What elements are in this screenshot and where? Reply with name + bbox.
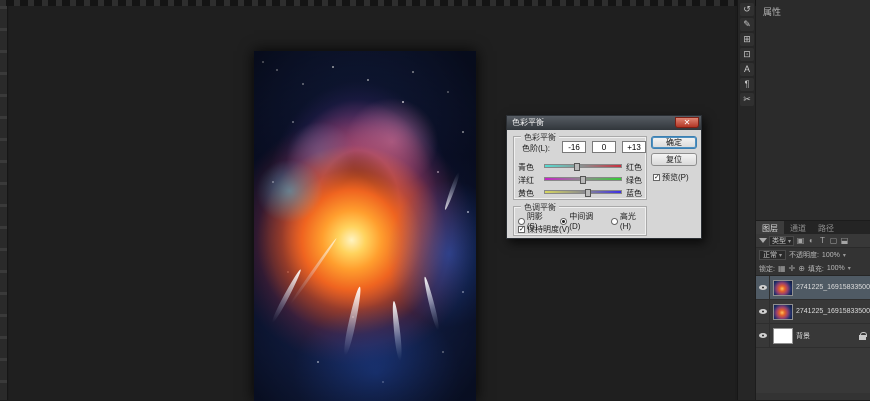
cyan-red-slider-row: 青色 红色 xyxy=(514,161,648,171)
artwork-vignette xyxy=(254,51,476,401)
highlights-label: 高光(H) xyxy=(620,211,646,231)
slider-thumb[interactable] xyxy=(580,176,586,184)
clone-source-icon[interactable]: ⊡ xyxy=(740,48,754,61)
tool-presets-icon[interactable]: ⊞ xyxy=(740,33,754,46)
cyan-red-slider[interactable] xyxy=(544,164,622,168)
blend-mode-row: 正常 ▾ 不透明度: 100% ▾ xyxy=(756,248,870,262)
adjustment-filter-icon[interactable]: ◐ xyxy=(807,236,816,245)
radio-icon xyxy=(611,218,618,225)
dialog-title[interactable]: 色彩平衡 xyxy=(507,116,701,130)
opacity-dropdown-icon[interactable]: ▾ xyxy=(843,252,846,259)
character-icon[interactable]: A xyxy=(740,63,754,76)
filter-kind-select[interactable]: 类型 ▾ xyxy=(769,236,794,246)
color-balance-group: 色彩平衡 色阶(L): 青色 红色 洋红 绿色 黄色 蓝色 xyxy=(513,136,647,200)
right-panel: 属性 图层 通道 路径 类型 ▾ ▣ ◐ T ▢ ⬓ 正常 ▾ 不透明度: 10… xyxy=(756,0,870,400)
layer-name[interactable]: 2741225_169158335000_2 xyxy=(796,308,870,315)
tab-channels[interactable]: 通道 xyxy=(784,221,812,234)
slider-thumb[interactable] xyxy=(574,163,580,171)
paragraph-icon[interactable]: ¶ xyxy=(740,78,754,91)
lock-all-icon[interactable]: ⊕ xyxy=(798,264,805,273)
fill-dropdown-icon[interactable]: ▾ xyxy=(848,265,851,272)
slider-thumb[interactable] xyxy=(585,189,591,197)
layers-panel-tabs: 图层 通道 路径 xyxy=(756,221,870,234)
layer-filter-row: 类型 ▾ ▣ ◐ T ▢ ⬓ xyxy=(756,234,870,248)
reset-button[interactable]: 复位 xyxy=(651,153,697,166)
actions-icon[interactable]: ✂ xyxy=(740,93,754,106)
levels-label: 色阶(L): xyxy=(522,143,550,154)
magenta-label: 洋红 xyxy=(518,175,542,186)
layer-name[interactable]: 2741225_169158335000_2 … xyxy=(796,284,870,291)
layer-thumbnail[interactable] xyxy=(773,304,793,320)
type-filter-icon[interactable]: T xyxy=(818,236,827,245)
layer-name[interactable]: 背景 xyxy=(796,331,859,341)
layer-list: 2741225_169158335000_2 … 2741225_1691583… xyxy=(756,276,870,393)
layer-row-background[interactable]: 背景 xyxy=(756,324,870,348)
blend-mode-select[interactable]: 正常 ▾ xyxy=(759,250,786,260)
lock-row: 锁定: ▦ ✛ ⊕ 填充: 100% ▾ xyxy=(756,262,870,276)
brush-presets-icon[interactable]: ✎ xyxy=(740,18,754,31)
tone-balance-group: 色调平衡 阴影(S) 中间调(D) 高光(H) 保持明度(V) xyxy=(513,206,647,236)
cyan-red-value-input[interactable] xyxy=(562,141,586,153)
yellow-blue-value-input[interactable] xyxy=(622,141,646,153)
midtones-label: 中间调(D) xyxy=(569,211,603,231)
filter-kind-label: 类型 xyxy=(772,238,786,245)
magenta-green-value-input[interactable] xyxy=(592,141,616,153)
tab-paths[interactable]: 路径 xyxy=(812,221,840,234)
group-label: 色彩平衡 xyxy=(521,132,559,143)
lock-pixels-icon[interactable]: ▦ xyxy=(778,264,786,273)
highlights-radio[interactable]: 高光(H) xyxy=(611,211,646,231)
yellow-blue-slider-row: 黄色 蓝色 xyxy=(514,187,648,197)
blend-mode-value: 正常 xyxy=(763,252,777,259)
green-label: 绿色 xyxy=(626,175,646,186)
eye-icon xyxy=(759,333,767,338)
layer-row[interactable]: 2741225_169158335000_2 xyxy=(756,300,870,324)
blue-label: 蓝色 xyxy=(626,188,646,199)
panel-icon-strip: ↺ ✎ ⊞ ⊡ A ¶ ✂ xyxy=(737,0,755,400)
color-balance-dialog: 色彩平衡 ✕ 色彩平衡 色阶(L): 青色 红色 洋红 绿色 黄色 蓝色 色调平… xyxy=(506,115,702,239)
visibility-cell[interactable] xyxy=(756,324,770,347)
opacity-label: 不透明度: xyxy=(789,250,819,260)
preserve-luminosity-checkbox[interactable] xyxy=(518,226,525,233)
layer-thumbnail[interactable] xyxy=(773,280,793,296)
toolbox-sliver xyxy=(0,6,8,400)
layer-row[interactable]: 2741225_169158335000_2 … xyxy=(756,276,870,300)
layers-panel: 图层 通道 路径 类型 ▾ ▣ ◐ T ▢ ⬓ 正常 ▾ 不透明度: 100% … xyxy=(756,220,870,400)
preview-checkbox[interactable] xyxy=(653,174,660,181)
tab-properties[interactable]: 属性 xyxy=(763,5,781,18)
fill-value[interactable]: 100% xyxy=(827,265,845,272)
opacity-value[interactable]: 100% xyxy=(822,252,840,259)
lock-icon xyxy=(859,332,866,340)
magenta-green-slider-row: 洋红 绿色 xyxy=(514,174,648,184)
visibility-cell[interactable] xyxy=(756,276,770,299)
preview-label: 预览(P) xyxy=(662,172,689,183)
shape-filter-icon[interactable]: ▢ xyxy=(829,236,838,245)
tab-layers[interactable]: 图层 xyxy=(756,221,784,234)
red-label: 红色 xyxy=(626,162,646,173)
smart-filter-icon[interactable]: ⬓ xyxy=(840,236,849,245)
eye-icon xyxy=(759,309,767,314)
lock-position-icon[interactable]: ✛ xyxy=(789,264,796,273)
history-icon[interactable]: ↺ xyxy=(740,3,754,16)
ok-button[interactable]: 确定 xyxy=(651,136,697,149)
visibility-cell[interactable] xyxy=(756,300,770,323)
magenta-green-slider[interactable] xyxy=(544,177,622,181)
document-image[interactable] xyxy=(254,51,476,401)
pixel-filter-icon[interactable]: ▣ xyxy=(796,236,805,245)
close-icon[interactable]: ✕ xyxy=(675,117,699,128)
yellow-label: 黄色 xyxy=(518,188,542,199)
layer-thumbnail[interactable] xyxy=(773,328,793,344)
lock-label: 锁定: xyxy=(759,264,775,274)
filter-funnel-icon xyxy=(759,238,767,243)
fill-label: 填充: xyxy=(808,264,824,274)
cyan-label: 青色 xyxy=(518,162,542,173)
yellow-blue-slider[interactable] xyxy=(544,190,622,194)
preserve-luminosity-label: 保持明度(V) xyxy=(527,224,570,235)
eye-icon xyxy=(759,285,767,290)
